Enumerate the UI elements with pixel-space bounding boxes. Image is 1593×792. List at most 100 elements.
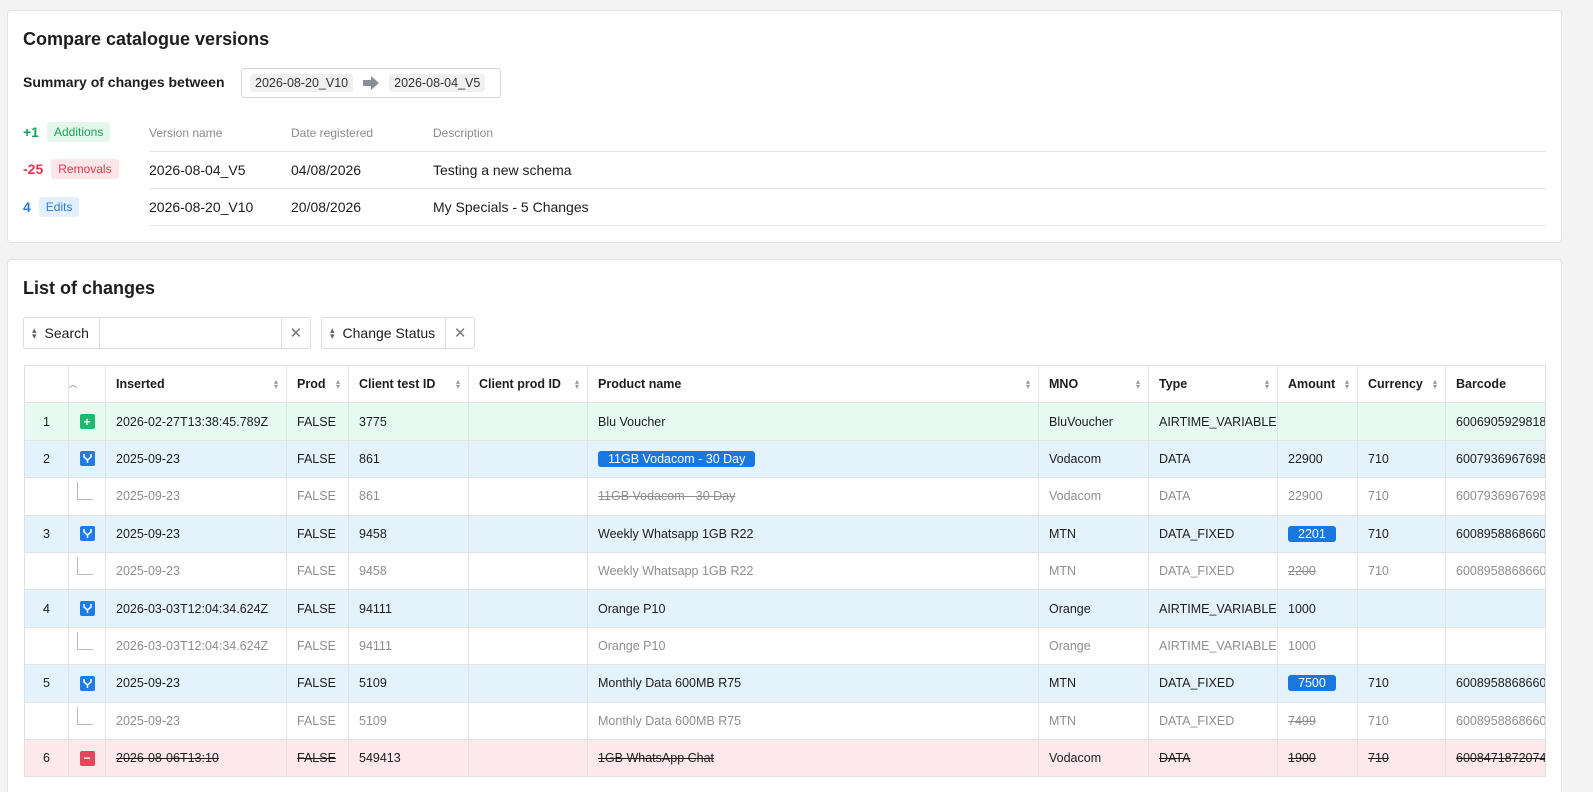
clear-status-icon[interactable]: ✕ xyxy=(446,318,474,348)
cell-prod: FALSE xyxy=(287,440,349,478)
cell-barcode: 6008958868660 xyxy=(1456,713,1545,728)
cell-type: AIRTIME_VARIABLE xyxy=(1149,627,1278,665)
search-filter[interactable]: ▴ ▾ Search ✕ xyxy=(23,317,311,349)
cell-client-prod-id xyxy=(469,403,588,440)
cell-currency: 710 xyxy=(1358,478,1446,515)
previous-version-connector xyxy=(69,552,106,590)
cell-currency: 710 xyxy=(1358,665,1446,702)
version-date: 04/08/2026 xyxy=(291,162,362,178)
edits-stat: 4 Edits xyxy=(23,197,80,217)
header-amount[interactable]: Amount ▴ ▾ xyxy=(1278,366,1358,403)
addition-icon[interactable]: + xyxy=(79,414,95,430)
from-version-tag[interactable]: 2026-08-20_V10 xyxy=(250,74,354,92)
version-name: 2026-08-04_V5 xyxy=(149,162,246,178)
header-type[interactable]: Type ▴ ▾ xyxy=(1149,366,1278,403)
header-client-test-id[interactable]: Client test ID ▴ ▾ xyxy=(349,366,469,403)
cell-prod: FALSE xyxy=(287,403,349,440)
version-selector[interactable]: 2026-08-20_V10 2026-08-04_V5 xyxy=(241,68,501,98)
cell-inserted: 2025-09-23 xyxy=(106,440,287,478)
cell-currency: 710 xyxy=(1358,552,1446,590)
cell-amount: 7500 xyxy=(1278,665,1358,702)
cell-product-name: 11GB Vodacom - 30 Day xyxy=(588,440,1039,478)
sort-icon: ▴ ▾ xyxy=(273,377,278,392)
cell-type: AIRTIME_VARIABLE xyxy=(1149,403,1278,440)
header-currency[interactable]: Currency ▴ ▾ xyxy=(1358,366,1446,403)
removal-icon[interactable]: − xyxy=(79,750,95,766)
table-row[interactable]: 5 2025-09-23 FALSE 5109 Monthly Data 600MB R… xyxy=(25,665,1545,703)
cell-prod: FALSE xyxy=(287,665,349,702)
cell-amount: 1000 xyxy=(1278,627,1358,665)
tree-elbow-icon xyxy=(77,557,93,576)
change-status-label[interactable]: ▴ ▾ Change Status xyxy=(322,318,447,348)
cell-mno: MTN xyxy=(1039,552,1149,590)
header-index xyxy=(25,366,69,403)
cell-inserted: 2026-08-06T13:10 xyxy=(106,739,287,777)
edit-branch-icon[interactable] xyxy=(79,451,95,467)
change-status-filter[interactable]: ▴ ▾ Change Status ✕ xyxy=(321,317,476,349)
clear-search-icon[interactable]: ✕ xyxy=(282,318,310,348)
header-mno[interactable]: MNO ▴ ▾ xyxy=(1039,366,1149,403)
cell-currency xyxy=(1358,403,1446,440)
previous-version-connector xyxy=(69,478,106,515)
edit-branch-icon[interactable] xyxy=(79,526,95,542)
cell-client-prod-id xyxy=(469,478,588,515)
header-prod[interactable]: Prod ▴ ▾ xyxy=(287,366,349,403)
table-row[interactable]: 2 2025-09-23 FALSE 861 11GB Vodacom - 30 Day… xyxy=(25,440,1545,479)
change-status-cell xyxy=(69,590,106,627)
version-row: 2026-08-20_V10 20/08/2026 My Specials - … xyxy=(149,189,1546,226)
cell-product-name: Monthly Data 600MB R75 xyxy=(588,665,1039,702)
search-filter-label[interactable]: ▴ ▾ Search xyxy=(24,318,100,348)
table-row[interactable]: 4 2026-03-03T12:04:34.624Z FALSE 94111 Orang… xyxy=(25,590,1545,628)
summary-card: Compare catalogue versions Summary of ch… xyxy=(7,10,1562,243)
table-row[interactable]: 1 +2026-02-27T13:38:45.789Z FALSE 3775 Blu V… xyxy=(25,403,1545,441)
row-number xyxy=(25,627,69,665)
cell-amount: 2200 xyxy=(1278,552,1358,590)
changes-card: List of changes ▴ ▾ Search ✕ ▴ ▾ Change St… xyxy=(7,259,1562,792)
to-version-tag[interactable]: 2026-08-04_V5 xyxy=(389,74,486,92)
cell-prod: FALSE xyxy=(287,552,349,590)
table-row[interactable]: 6−2026-08-06T13:10 FALSE 549413 1GB WhatsAp… xyxy=(25,739,1545,778)
edit-branch-icon[interactable] xyxy=(79,675,95,691)
header-product-name[interactable]: Product name ▴ ▾ xyxy=(588,366,1039,403)
cell-currency: 710 xyxy=(1358,739,1446,777)
table-row[interactable]: 2025-09-23 FALSE 9458 Weekly Whatsapp 1GB R… xyxy=(25,552,1545,591)
table-row[interactable]: 2026-03-03T12:04:34.624Z FALSE 94111 Orange… xyxy=(25,627,1545,666)
cell-product-name: Monthly Data 600MB R75 xyxy=(588,702,1039,739)
header-inserted[interactable]: Inserted ▴ ▾ xyxy=(106,366,287,403)
edits-badge: Edits xyxy=(38,197,80,217)
header-client-prod-id[interactable]: Client prod ID ▴ ▾ xyxy=(469,366,588,403)
header-barcode[interactable]: Barcode xyxy=(1446,366,1545,402)
cell-mno: MTN xyxy=(1039,515,1149,552)
cell-client-test-id: 549413 xyxy=(349,739,469,777)
table-row[interactable]: 2025-09-23 FALSE 5109 Monthly Data 600MB R7… xyxy=(25,702,1545,740)
sort-icon: ▴ ▾ xyxy=(1344,377,1349,392)
change-status-cell xyxy=(69,665,106,702)
tree-elbow-icon xyxy=(77,631,93,650)
arrow-right-icon xyxy=(363,76,380,90)
search-input[interactable] xyxy=(99,318,282,348)
cell-barcode: 6008958868660 xyxy=(1456,526,1545,541)
edit-branch-icon[interactable] xyxy=(79,601,95,617)
cell-amount xyxy=(1278,403,1358,440)
version-name: 2026-08-20_V10 xyxy=(149,199,254,215)
cell-amount: 1900 xyxy=(1278,739,1358,777)
sort-icon: ▴ ▾ xyxy=(574,377,579,392)
cell-type: DATA_FIXED xyxy=(1149,552,1278,590)
version-description: My Specials - 5 Changes xyxy=(433,199,589,215)
header-date-registered: Date registered xyxy=(291,125,374,140)
table-row[interactable]: 2025-09-23 FALSE 861 11GB Vodacom - 30 Day V… xyxy=(25,478,1545,516)
changes-title: List of changes xyxy=(23,278,156,298)
cell-mno: MTN xyxy=(1039,702,1149,739)
cell-inserted: 2025-09-23 xyxy=(106,702,287,739)
edits-count: 4 xyxy=(23,199,31,215)
cell-inserted: 2026-03-03T12:04:34.624Z xyxy=(106,590,287,627)
cell-product-name: Weekly Whatsapp 1GB R22 xyxy=(588,515,1039,552)
header-status-sort[interactable]: ︿ xyxy=(69,366,106,403)
cell-currency: 710 xyxy=(1358,515,1446,552)
cell-client-prod-id xyxy=(469,440,588,478)
version-row: 2026-08-04_V5 04/08/2026 Testing a new s… xyxy=(149,152,1546,189)
tree-elbow-icon xyxy=(77,706,93,725)
cell-mno: Orange xyxy=(1039,590,1149,627)
table-row[interactable]: 3 2025-09-23 FALSE 9458 Weekly Whatsapp 1GB … xyxy=(25,515,1545,553)
cell-prod: FALSE xyxy=(287,739,349,777)
